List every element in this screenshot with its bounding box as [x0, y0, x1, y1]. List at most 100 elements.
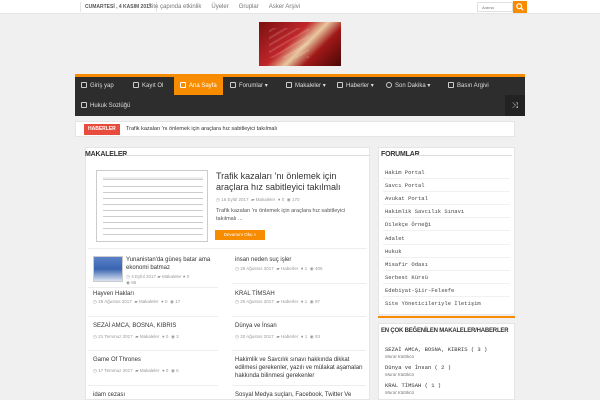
post-thumbnail-greece-flag[interactable]	[93, 256, 123, 282]
post-title[interactable]: Dünya ve İnsan	[235, 322, 365, 330]
eye-icon: ◉	[309, 299, 314, 304]
top-link-site-activity[interactable]: Site çapında etkinlik	[148, 2, 201, 12]
folder-icon: ▰	[276, 299, 280, 304]
top-link-members[interactable]: Üyeler	[211, 2, 228, 12]
nav-item-register[interactable]: Kayıt Ol	[127, 77, 169, 95]
home-icon	[180, 82, 186, 88]
clock-icon: ◷	[93, 368, 97, 373]
forum-link-law[interactable]: Hukuk	[385, 248, 402, 255]
list-item: idam cezası	[93, 391, 213, 399]
articles-title: MAKALELER	[85, 151, 128, 158]
breaking-headline[interactable]: Trafik kazaları 'nı önlemek için araçlar…	[126, 124, 277, 135]
chevron-down-icon: ▾	[370, 83, 374, 89]
current-date: CUMARTESİ , 4 KASIM 2017	[80, 2, 157, 12]
site-banner-image[interactable]	[259, 22, 341, 66]
forum-link-justice[interactable]: Adalet	[385, 235, 405, 242]
chevron-down-icon: ▾	[322, 83, 326, 89]
news-icon	[337, 82, 343, 88]
search-input[interactable]	[477, 2, 513, 12]
nav-item-breaking[interactable]: Son Dakika ▾	[380, 77, 436, 95]
post-meta: ◷ 21 Temmuz 2017 ▰ Makaleler ● 0 ◉ 3	[93, 334, 179, 339]
list-item: Yunanistan'da güneş batar ama ekonomi ba…	[126, 256, 216, 272]
post-title[interactable]: SEZAİ AMCA, BOSNA, KIBRIS	[93, 322, 213, 330]
liked-item-title[interactable]: Dünya ve İnsan ( 2 )	[385, 364, 451, 371]
top-links: Site çapında etkinlik Üyeler Gruplar Ask…	[148, 2, 300, 12]
post-title[interactable]: Hakimlik ve Savcılık sınavı hakkında dik…	[235, 356, 367, 380]
forum-link-petition[interactable]: Dilekçe Örneği	[385, 221, 431, 228]
nav-item-home[interactable]: Ana Sayfa	[174, 77, 223, 95]
archive-icon	[448, 82, 454, 88]
folder-icon: ▰	[135, 368, 139, 373]
forum-link-literature[interactable]: Edebiyat-Şiir-Felsefe	[385, 287, 454, 294]
post-title[interactable]: Game Of Thrones	[93, 356, 213, 364]
comment-icon: ●	[277, 197, 281, 202]
top-link-archive[interactable]: Asker Arşivi	[269, 2, 300, 12]
folder-icon: ▰	[157, 274, 161, 279]
forum-link-guest-room[interactable]: Misafir Odası	[385, 261, 428, 268]
post-meta: ◷ 25 Ağustos 2017 ▰ Makaleler ● 0 ◉ 17	[93, 299, 181, 304]
folder-icon: ▰	[276, 266, 280, 271]
eye-icon: ◉	[286, 197, 291, 202]
nav-item-login[interactable]: Giriş yap	[75, 77, 120, 95]
clock-icon	[386, 82, 392, 88]
title-divider	[124, 154, 370, 156]
post-title[interactable]: Yunanistan'da güneş batar ama ekonomi ba…	[126, 256, 216, 272]
nav-item-press-archive[interactable]: Basın Argivi	[442, 77, 495, 95]
folder-icon: ▰	[251, 197, 255, 202]
list-item: KRAL TİMSAH	[235, 290, 365, 298]
key-icon	[81, 82, 87, 88]
chevron-down-icon: ▾	[264, 83, 268, 89]
eye-icon: ◉	[309, 266, 314, 271]
search-icon	[516, 3, 524, 11]
forum-link-avukat-portal[interactable]: Avukat Portal	[385, 195, 428, 202]
document-icon	[286, 82, 292, 88]
shuffle-icon: ⤨	[511, 101, 519, 110]
post-title[interactable]: Hayven Hakları	[93, 290, 213, 298]
liked-item-author: Murat Kütükcü	[385, 354, 415, 359]
clock-icon: ◷	[216, 197, 220, 202]
post-title[interactable]: insan neden suç işler	[235, 256, 365, 264]
post-meta: ◷ 20 Ağustos 2017 ▰ Haberler ● 1 ◉ 93	[235, 334, 320, 339]
eye-icon: ◉	[170, 334, 175, 339]
comment-icon: ●	[161, 299, 164, 304]
folder-icon: ▰	[135, 334, 139, 339]
read-more-button[interactable]: Devamını Oku »	[215, 230, 265, 240]
liked-item-title[interactable]: SEZAİ AMCA, BOSNA, KIBRIS ( 3 )	[385, 346, 487, 353]
post-title[interactable]: KRAL TİMSAH	[235, 290, 365, 298]
list-item: Hakimlik ve Savcılık sınavı hakkında dik…	[235, 356, 367, 380]
forum-link-hakim-portal[interactable]: Hakim Portal	[385, 169, 425, 176]
eye-icon: ◉	[170, 368, 175, 373]
post-title[interactable]: Sosyal Medya suçları, Facebook, Twitter …	[235, 391, 367, 399]
search-button[interactable]	[513, 1, 527, 13]
nav-item-articles[interactable]: Makaleler ▾	[280, 77, 332, 95]
comment-icon: ●	[300, 299, 304, 304]
user-plus-icon	[133, 82, 139, 88]
featured-article-image[interactable]	[96, 170, 208, 242]
nav-item-news[interactable]: Haberler ▾	[331, 77, 380, 95]
liked-item-title[interactable]: KRAL TİMSAH ( 1 )	[385, 382, 441, 389]
list-item: Hayven Hakları	[93, 290, 213, 298]
featured-article-excerpt: Trafik kazaları 'nı önlemek için araçlar…	[216, 208, 346, 222]
featured-article-meta: ◷ 16 Eylül 2017 ▰ Makaleler ● 0 ◉ 170	[216, 197, 300, 202]
clock-icon: ◷	[93, 334, 97, 339]
clock-icon: ◷	[126, 274, 130, 279]
post-meta: ◷ 26 Ağustos 2017 ▰ Haberler ● 1 ◉ 406	[235, 266, 323, 271]
nav-item-forums[interactable]: Forumlar ▾	[224, 77, 274, 95]
main-navigation: Giriş yap Kayıt Ol Ana Sayfa Forumlar ▾ …	[75, 74, 525, 116]
list-item: Sosyal Medya suçları, Facebook, Twitter …	[235, 391, 367, 399]
breaking-label: HABERLER	[84, 124, 120, 135]
forum-link-savci-portal[interactable]: Savcı Portal	[385, 182, 425, 189]
clock-icon: ◷	[235, 266, 239, 271]
featured-article-title[interactable]: Trafik kazaları 'nı önlemek için araçlar…	[216, 171, 366, 193]
forum-link-free-pulpit[interactable]: Serbest Kürsü	[385, 274, 428, 281]
clock-icon: ◷	[235, 299, 239, 304]
forum-link-contact[interactable]: Site Yöneticileriyle İletişim	[385, 300, 481, 307]
comment-icon: ●	[300, 334, 304, 339]
forum-icon	[230, 82, 236, 88]
forum-link-exam[interactable]: Hakimlik Savcılık Sınavı	[385, 208, 464, 215]
post-views: ◉ 86	[126, 280, 137, 285]
nav-item-law-dictionary[interactable]: Hukuk Sozlüğü	[75, 97, 136, 115]
shuffle-button[interactable]: ⤨	[505, 95, 525, 116]
top-link-groups[interactable]: Gruplar	[239, 2, 259, 12]
post-title[interactable]: idam cezası	[93, 391, 213, 399]
